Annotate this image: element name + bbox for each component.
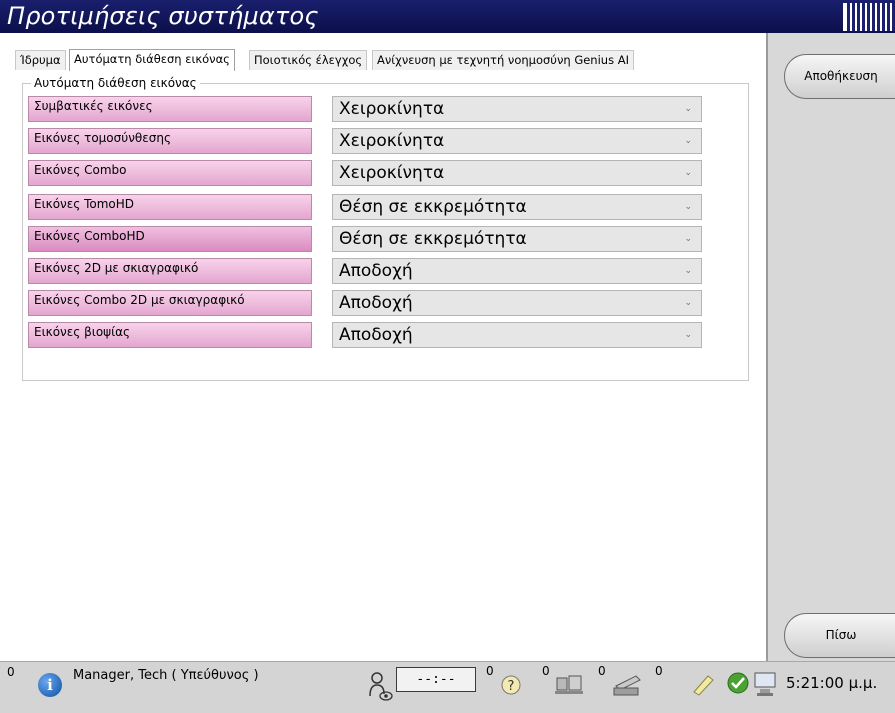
tab-quality-control[interactable]: Ποιοτικός έλεγχος	[249, 50, 368, 70]
select-value: Χειροκίνητα	[339, 163, 445, 183]
right-action-panel: Αποθήκευση Πίσω	[766, 33, 895, 661]
select-value: Αποδοχή	[339, 293, 413, 313]
select-value: Αποδοχή	[339, 261, 413, 281]
select-combohd[interactable]: Θέση σε εκκρεμότητα ⌄	[332, 226, 702, 252]
exposure-timer: --:--	[396, 667, 476, 692]
help-icon[interactable]: ?	[500, 674, 522, 696]
chevron-down-icon: ⌄	[684, 168, 692, 178]
back-button[interactable]: Πίσω	[784, 613, 895, 658]
status-count: 0	[655, 664, 663, 678]
select-combo[interactable]: Χειροκίνητα ⌄	[332, 160, 702, 186]
status-count: 0	[7, 665, 15, 679]
chevron-down-icon: ⌄	[684, 266, 692, 276]
select-tomosynthesis[interactable]: Χειροκίνητα ⌄	[332, 128, 702, 154]
select-value: Χειροκίνητα	[339, 131, 445, 151]
status-ok-icon[interactable]	[726, 671, 750, 695]
status-count: 0	[598, 664, 606, 678]
tab-institution[interactable]: Ίδρυμα	[15, 50, 66, 70]
select-value: Αποδοχή	[339, 325, 413, 345]
chevron-down-icon: ⌄	[684, 330, 692, 340]
row-label-2d-contrast: Εικόνες 2D με σκιαγραφικό	[28, 258, 312, 284]
svg-text:?: ?	[508, 679, 515, 694]
select-value: Θέση σε εκκρεμότητα	[339, 229, 527, 249]
user-name: Manager, Tech ( Υπεύθυνος )	[73, 668, 259, 683]
row-label-tomosynthesis: Εικόνες τομοσύνθεσης	[28, 128, 312, 154]
chevron-down-icon: ⌄	[684, 234, 692, 244]
save-button[interactable]: Αποθήκευση	[784, 54, 895, 99]
chevron-down-icon: ⌄	[684, 136, 692, 146]
select-value: Θέση σε εκκρεμότητα	[339, 197, 527, 217]
chevron-down-icon: ⌄	[684, 202, 692, 212]
window-title: Προτιμήσεις συστήματος	[7, 2, 319, 30]
select-conventional[interactable]: Χειροκίνητα ⌄	[332, 96, 702, 122]
network-devices-icon[interactable]	[553, 672, 585, 698]
title-bar: Προτιμήσεις συστήματος	[0, 0, 895, 33]
patient-eye-icon[interactable]	[368, 670, 394, 702]
computer-icon[interactable]	[752, 670, 778, 698]
status-count: 0	[486, 664, 494, 678]
window-grip-icon[interactable]	[843, 3, 895, 31]
select-2d-contrast[interactable]: Αποδοχή ⌄	[332, 258, 702, 284]
info-icon[interactable]: i	[38, 673, 62, 697]
select-combo-2d-contrast[interactable]: Αποδοχή ⌄	[332, 290, 702, 316]
row-label-combo: Εικόνες Combo	[28, 160, 312, 186]
chevron-down-icon: ⌄	[684, 104, 692, 114]
status-count: 0	[542, 664, 550, 678]
row-label-combo-2d-contrast: Εικόνες Combo 2D με σκιαγραφικό	[28, 290, 312, 316]
group-title: Αυτόματη διάθεση εικόνας	[31, 76, 200, 90]
chevron-down-icon: ⌄	[684, 298, 692, 308]
row-label-biopsy: Εικόνες βιοψίας	[28, 322, 312, 348]
status-bar: 0 i Manager, Tech ( Υπεύθυνος ) --:-- 0 …	[0, 661, 895, 713]
tab-genius-ai[interactable]: Ανίχνευση με τεχνητή νοημοσύνη Genius AI	[372, 50, 634, 70]
clock: 5:21:00 μ.μ.	[786, 674, 878, 692]
row-label-conventional: Συμβατικές εικόνες	[28, 96, 312, 122]
row-label-combohd: Εικόνες ComboHD	[28, 226, 312, 252]
printer-icon[interactable]	[610, 672, 644, 698]
select-biopsy[interactable]: Αποδοχή ⌄	[332, 322, 702, 348]
row-label-tomohd: Εικόνες TomoHD	[28, 194, 312, 220]
select-tomohd[interactable]: Θέση σε εκκρεμότητα ⌄	[332, 194, 702, 220]
tab-auto-image-disposition[interactable]: Αυτόματη διάθεση εικόνας	[69, 49, 235, 71]
select-value: Χειροκίνητα	[339, 99, 445, 119]
notes-icon[interactable]	[690, 672, 716, 698]
